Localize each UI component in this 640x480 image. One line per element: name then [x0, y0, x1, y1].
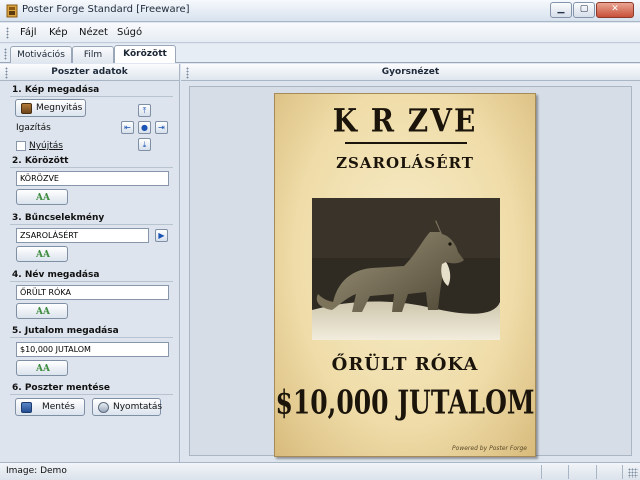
align-top-icon: ⤒	[142, 106, 147, 115]
crime-options-button[interactable]: ▶	[155, 229, 168, 242]
tab-wanted[interactable]: Körözött	[114, 45, 176, 63]
floppy-disk-icon	[21, 401, 32, 413]
align-left-icon: ⇤	[124, 123, 131, 132]
open-image-button[interactable]: Megnyitás	[15, 99, 86, 117]
reward-input[interactable]: $10,000 JUTALOM	[16, 342, 169, 357]
status-cell	[622, 465, 623, 479]
section-reward-title: 5. Jutalom megadása	[12, 326, 119, 336]
menu-bar: Fájl Kép Nézet Súgó	[0, 23, 640, 43]
poster-data-title: Poszter adatok	[51, 67, 128, 77]
align-bottom-button[interactable]: ⤓	[138, 138, 151, 151]
divider	[10, 281, 173, 282]
status-cell	[568, 465, 569, 479]
maximize-icon: ▢	[579, 4, 589, 14]
font-icon: AA	[36, 193, 50, 203]
status-text: Image: Demo	[6, 466, 67, 476]
section-image-title: 1. Kép megadása	[12, 85, 100, 95]
poster-reward: $10,000 JUTALOM	[275, 383, 535, 422]
align-label: Igazítás	[16, 123, 51, 133]
fox-photo-icon	[312, 198, 500, 340]
poster-photo	[312, 198, 500, 340]
poster-crime: ZSAROLÁSÉRT	[336, 154, 474, 172]
close-button[interactable]: ✕	[596, 2, 634, 18]
status-bar: Image: Demo	[0, 462, 640, 480]
font-icon: AA	[36, 307, 50, 317]
menu-image[interactable]: Kép	[49, 27, 68, 38]
window-title: Poster Forge Standard [Freeware]	[22, 4, 190, 15]
align-top-button[interactable]: ⤒	[138, 104, 151, 117]
divider	[10, 96, 173, 97]
divider	[10, 337, 173, 338]
menu-file[interactable]: Fájl	[20, 27, 37, 38]
preview-panel: Gyorsnézet K R ZVE ZSAROLÁSÉRT ŐRÜLT RÓK…	[181, 64, 640, 462]
wanted-poster: K R ZVE ZSAROLÁSÉRT ŐRÜLT RÓKA $10,000 J…	[274, 93, 536, 457]
app-icon	[6, 4, 18, 18]
name-input[interactable]: ŐRÜLT RÓKA	[16, 285, 169, 300]
align-center-button[interactable]: ●	[138, 121, 151, 134]
divider	[10, 167, 173, 168]
save-label: Mentés	[42, 402, 75, 412]
open-image-label: Megnyitás	[36, 103, 83, 113]
menubar-grip-icon[interactable]	[6, 27, 9, 39]
status-cell	[596, 465, 597, 479]
reward-font-button[interactable]: AA	[16, 360, 68, 376]
save-button[interactable]: Mentés	[15, 398, 85, 416]
poster-headline-underline	[345, 142, 467, 144]
align-bottom-icon: ⤓	[142, 140, 147, 149]
resize-grip-icon[interactable]	[628, 468, 638, 478]
poster-name: ŐRÜLT RÓKA	[331, 354, 479, 375]
crime-font-button[interactable]: AA	[16, 246, 68, 262]
menu-view[interactable]: Nézet	[79, 27, 108, 38]
poster-data-panel: Poszter adatok 1. Kép megadása Megnyitás…	[0, 64, 180, 462]
tab-strip: Motivációs Film Körözött	[0, 44, 640, 63]
wanted-font-button[interactable]: AA	[16, 189, 68, 205]
wanted-input[interactable]: KÖRÖZVE	[16, 171, 169, 186]
align-right-icon: ⇥	[158, 123, 165, 132]
align-right-button[interactable]: ⇥	[155, 121, 168, 134]
poster-headline: K R ZVE	[332, 101, 478, 140]
font-icon: AA	[36, 250, 50, 260]
poster-data-header: Poszter adatok	[0, 64, 179, 81]
section-save-title: 6. Poszter mentése	[12, 383, 110, 393]
print-button[interactable]: Nyomtatás	[92, 398, 163, 416]
crime-input[interactable]: ZSAROLÁSÉRT	[16, 228, 149, 243]
print-label: Nyomtatás	[113, 402, 163, 412]
maximize-button[interactable]: ▢	[573, 2, 595, 18]
align-center-icon: ●	[141, 123, 148, 132]
close-icon: ✕	[611, 4, 619, 14]
name-font-button[interactable]: AA	[16, 303, 68, 319]
poster-credit: Powered by Poster Forge	[452, 445, 527, 452]
status-cell	[541, 465, 542, 479]
tabstrip-grip-icon[interactable]	[4, 48, 7, 60]
title-bar: Poster Forge Standard [Freeware] ▁ ▢ ✕	[0, 0, 640, 22]
minimize-button[interactable]: ▁	[550, 2, 572, 18]
printer-icon	[98, 401, 109, 413]
section-wanted-title: 2. Körözött	[12, 156, 69, 166]
tab-movie[interactable]: Film	[72, 46, 114, 63]
stretch-checkbox[interactable]	[16, 141, 26, 151]
open-image-icon	[21, 102, 32, 114]
panel-grip-icon[interactable]	[186, 67, 189, 79]
menu-help[interactable]: Súgó	[117, 27, 142, 38]
tab-motivational[interactable]: Motivációs	[10, 46, 72, 63]
divider	[10, 224, 173, 225]
section-name-title: 4. Név megadása	[12, 270, 100, 280]
panel-grip-icon[interactable]	[5, 67, 8, 79]
stretch-label[interactable]: Nyújtás	[29, 141, 63, 151]
font-icon: AA	[36, 364, 50, 374]
align-left-button[interactable]: ⇤	[121, 121, 134, 134]
section-crime-title: 3. Bűncselekmény	[12, 213, 105, 223]
preview-header: Gyorsnézet	[181, 64, 640, 81]
divider	[10, 394, 173, 395]
preview-title: Gyorsnézet	[381, 67, 440, 77]
play-arrow-icon: ▶	[158, 231, 165, 240]
minimize-icon: ▁	[557, 4, 565, 14]
